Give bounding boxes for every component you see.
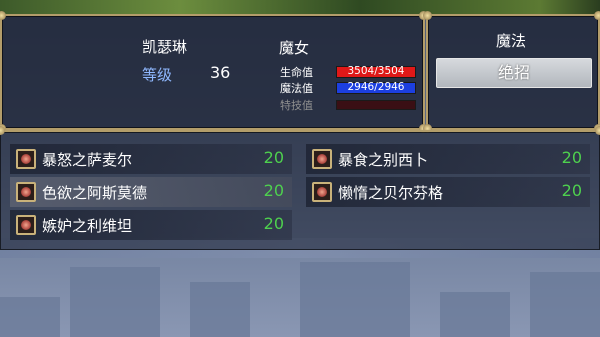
sin-emblem-icon — [16, 182, 36, 202]
skill-value: 20 — [263, 214, 284, 233]
skill-name: 色欲之阿斯莫德 — [42, 184, 148, 202]
hp-label: 生命值 — [280, 66, 313, 79]
skill-value: 20 — [263, 148, 284, 167]
frame-corner — [0, 11, 6, 20]
background-city — [0, 247, 600, 337]
frame-corner — [423, 11, 432, 20]
skill-item[interactable]: 嫉妒之利维坦 20 — [10, 210, 292, 240]
skill-item[interactable]: 懒惰之贝尔芬格 20 — [306, 177, 590, 207]
level-value: 36 — [210, 63, 231, 82]
skill-value: 20 — [263, 181, 284, 200]
ultimate-button[interactable]: 绝招 — [436, 58, 592, 88]
sin-emblem-icon — [312, 149, 332, 169]
sp-label: 特技值 — [280, 99, 313, 112]
frame-corner — [595, 126, 600, 135]
frame-corner — [0, 126, 5, 135]
background-foliage — [0, 0, 600, 14]
mp-label: 魔法值 — [280, 82, 313, 95]
sin-emblem-icon — [16, 149, 36, 169]
skill-item[interactable]: 暴食之别西卜 20 — [306, 144, 590, 174]
sin-emblem-icon — [312, 182, 332, 202]
sin-emblem-icon — [16, 215, 36, 235]
skill-item[interactable]: 暴怒之萨麦尔 20 — [10, 144, 292, 174]
level-label: 等级 — [142, 66, 173, 84]
skill-name: 嫉妒之利维坦 — [42, 217, 133, 235]
skill-value: 20 — [561, 181, 582, 200]
character-info-panel: 凯瑟琳 等级 36 魔女 生命值 3504/3504 魔法值 2946/2946… — [0, 11, 428, 133]
skill-list-panel: 暴怒之萨麦尔 20 色欲之阿斯莫德 20 嫉妒之利维坦 20 暴食之别西卜 20… — [0, 126, 600, 250]
magic-panel: 魔法 绝招 — [423, 11, 600, 133]
skill-item-selected[interactable]: 色欲之阿斯莫德 20 — [10, 177, 292, 207]
skill-value: 20 — [561, 148, 582, 167]
magic-title: 魔法 — [496, 32, 527, 50]
hp-value: 3504/3504 — [347, 65, 405, 77]
skill-name: 暴食之别西卜 — [338, 151, 429, 169]
mp-value: 2946/2946 — [347, 81, 405, 93]
frame-corner — [594, 11, 600, 20]
mp-bar: 2946/2946 — [336, 81, 416, 94]
skill-name: 懒惰之贝尔芬格 — [338, 184, 444, 202]
sp-bar — [336, 100, 416, 110]
character-name: 凯瑟琳 — [142, 38, 188, 56]
character-class: 魔女 — [279, 39, 310, 57]
skill-name: 暴怒之萨麦尔 — [42, 151, 133, 169]
hp-bar: 3504/3504 — [336, 65, 416, 78]
